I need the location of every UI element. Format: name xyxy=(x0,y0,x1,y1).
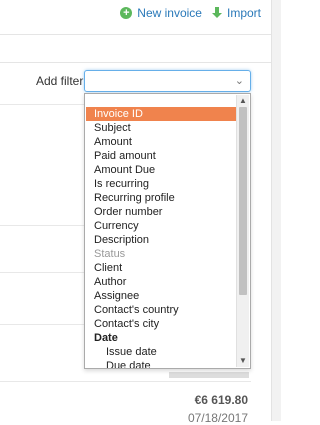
filter-option[interactable]: Assignee xyxy=(86,289,237,303)
filter-option-list: Invoice ID Subject Amount Paid amount Amount… xyxy=(86,107,237,368)
filter-option[interactable]: Invoice ID xyxy=(86,107,237,121)
filter-option[interactable]: Subject xyxy=(86,121,237,135)
filter-option[interactable]: Client xyxy=(86,261,237,275)
filter-option[interactable]: Issue date xyxy=(86,345,237,359)
scrollbar-thumb[interactable] xyxy=(239,107,247,295)
import-button[interactable]: Import xyxy=(211,6,261,20)
filter-option[interactable]: Due date xyxy=(86,359,237,368)
filter-option[interactable]: Recurring profile xyxy=(86,191,237,205)
chevron-down-icon: ⌄ xyxy=(234,75,244,87)
filter-divider xyxy=(0,62,271,63)
filter-option[interactable]: Amount xyxy=(86,135,237,149)
scroll-down-arrow-icon[interactable]: ▼ xyxy=(239,357,247,365)
add-filter-label: Add filter xyxy=(36,74,84,88)
filter-option[interactable]: Amount Due xyxy=(86,163,237,177)
filter-option[interactable]: Order number xyxy=(86,205,237,219)
filter-option[interactable]: Currency xyxy=(86,219,237,233)
header-divider xyxy=(0,34,271,35)
filter-option[interactable]: Author xyxy=(86,275,237,289)
new-invoice-label: New invoice xyxy=(137,6,202,20)
filter-option[interactable]: Description xyxy=(86,233,237,247)
plus-circle-icon: + xyxy=(120,7,133,19)
table-row-divider xyxy=(0,381,251,382)
import-label: Import xyxy=(226,6,261,20)
filter-option[interactable]: Paid amount xyxy=(86,149,237,163)
scroll-up-arrow-icon[interactable]: ▲ xyxy=(239,97,247,105)
filter-option: Date xyxy=(94,332,118,344)
add-filter-select[interactable]: ⌄ xyxy=(84,70,251,92)
filter-option[interactable]: Is recurring xyxy=(86,177,237,191)
invoice-date: 07/18/2017 xyxy=(187,411,248,425)
filter-option[interactable]: Contact's city xyxy=(86,317,237,331)
new-invoice-button[interactable]: + New invoice xyxy=(120,6,202,20)
hidden-row-text xyxy=(169,372,249,378)
filter-option: Status xyxy=(94,248,126,260)
filter-dropdown-list[interactable]: Invoice ID Subject Amount Paid amount Amount… xyxy=(84,93,251,369)
invoice-amount: €6 619.80 xyxy=(194,393,248,407)
toolbar-actions: + New invoice Import xyxy=(120,6,261,20)
dropdown-scrollbar[interactable]: ▲ ▼ xyxy=(236,95,249,367)
filter-option[interactable]: Contact's country xyxy=(86,303,237,317)
download-arrow-icon xyxy=(211,7,222,18)
right-panel-edge xyxy=(271,0,281,421)
